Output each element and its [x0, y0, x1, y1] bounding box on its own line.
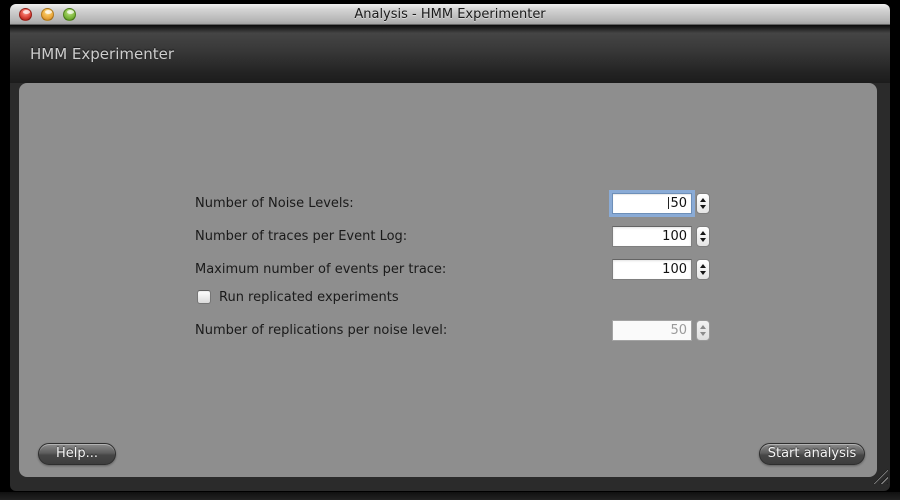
noise-levels-stepper[interactable] [696, 193, 710, 214]
window-title: Analysis - HMM Experimenter [10, 4, 890, 25]
max-events-label: Maximum number of events per trace: [195, 259, 446, 280]
form-row-max-events: Maximum number of events per trace: 100 [19, 259, 877, 280]
replications-label: Number of replications per noise level: [195, 320, 447, 341]
stepper-up-icon[interactable] [700, 231, 706, 235]
window-reflection [0, 492, 900, 500]
stepper-down-icon [700, 332, 706, 336]
stepper-down-icon[interactable] [700, 271, 706, 275]
form-row-replications: Number of replications per noise level: … [19, 320, 877, 341]
traces-input[interactable]: 100 [612, 226, 692, 247]
start-analysis-button[interactable]: Start analysis [759, 443, 865, 465]
noise-levels-value: 50 [670, 196, 687, 211]
page-title: HMM Experimenter [10, 45, 174, 63]
max-events-value: 100 [662, 262, 687, 277]
desktop-background: Analysis - HMM Experimenter HMM Experime… [0, 0, 900, 500]
traces-value: 100 [662, 229, 687, 244]
noise-levels-input[interactable]: 50 [612, 193, 692, 214]
app-window: Analysis - HMM Experimenter HMM Experime… [10, 4, 890, 491]
stepper-up-icon [700, 325, 706, 329]
max-events-stepper[interactable] [696, 259, 710, 280]
traces-label: Number of traces per Event Log: [195, 226, 407, 247]
stepper-up-icon[interactable] [700, 264, 706, 268]
app-header: HMM Experimenter [10, 25, 890, 83]
title-bar[interactable]: Analysis - HMM Experimenter [10, 4, 890, 25]
form-row-noise-levels: Number of Noise Levels: 50 [19, 193, 877, 214]
stepper-down-icon[interactable] [700, 238, 706, 242]
replications-stepper [696, 320, 710, 341]
stepper-down-icon[interactable] [700, 205, 706, 209]
noise-levels-label: Number of Noise Levels: [195, 193, 354, 214]
traces-stepper[interactable] [696, 226, 710, 247]
replications-value: 50 [670, 323, 687, 338]
help-button[interactable]: Help... [38, 443, 116, 465]
content-panel: Number of Noise Levels: 50 Number of tra… [19, 83, 877, 477]
run-replicated-checkbox[interactable] [197, 290, 211, 304]
stepper-up-icon[interactable] [700, 198, 706, 202]
form-row-traces: Number of traces per Event Log: 100 [19, 226, 877, 247]
max-events-input[interactable]: 100 [612, 259, 692, 280]
form-row-replicated: Run replicated experiments [19, 287, 877, 308]
replications-input: 50 [612, 320, 692, 341]
run-replicated-label: Run replicated experiments [219, 287, 399, 308]
